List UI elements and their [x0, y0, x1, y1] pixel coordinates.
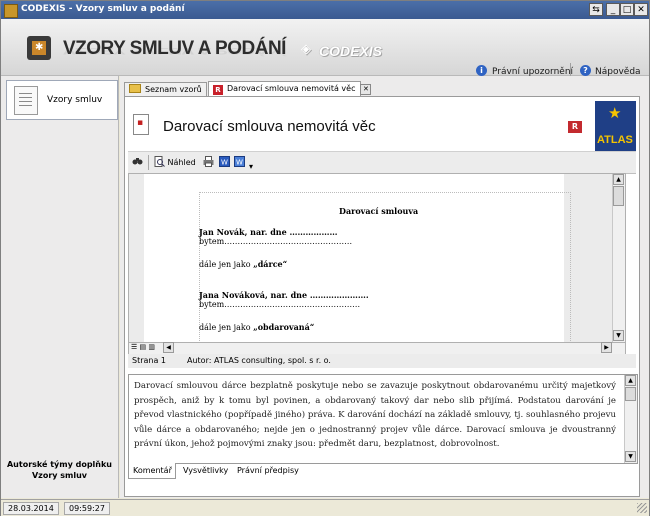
status-time: 09:59:27: [64, 502, 110, 515]
sidebar: Vzory smluv Autorské týmy doplňku Vzory …: [1, 76, 119, 498]
scroll-thumb[interactable]: [613, 186, 624, 206]
scroll-down-icon[interactable]: ▼: [613, 330, 624, 341]
svg-text:W: W: [236, 159, 243, 167]
preview-line: bytem…………………………………………: [199, 237, 353, 246]
document-icon: ▪: [133, 114, 149, 135]
sidebar-footer: Autorské týmy doplňku Vzory smluv: [1, 459, 118, 481]
tab-label: Darovací smlouva nemovitá věc: [227, 84, 356, 93]
document-icon: [14, 86, 38, 115]
sidebar-footer-line2: Vzory smluv: [31, 471, 88, 480]
codexis-logo-icon: ◈: [301, 42, 311, 57]
tab-label: Seznam vzorů: [145, 85, 202, 94]
scroll-up-icon[interactable]: ▲: [613, 174, 624, 185]
document-toolbar: Náhled W W ▾: [128, 151, 636, 174]
minimize-button[interactable]: _: [606, 3, 620, 16]
info-icon[interactable]: i: [476, 65, 487, 76]
preview-line: dále jen jako „dárce“: [199, 259, 287, 269]
brand-logo: CODEXIS: [319, 43, 383, 59]
sidebar-item-vzory-smluv[interactable]: Vzory smluv: [6, 80, 118, 120]
scroll-down-icon[interactable]: ▼: [625, 451, 636, 462]
window-statusbar: 28.03.2014 09:59:27: [1, 499, 649, 516]
svg-text:W: W: [221, 159, 228, 167]
status-date: 28.03.2014: [3, 502, 59, 515]
folder-icon: [129, 84, 141, 93]
title-bar: CODEXIS - Vzory smluv a podání ⇆ _ □ ✕: [1, 1, 649, 19]
header-banner: ✱ VZORY SMLUV A PODÁNÍ VZORY SMLUV A POD…: [1, 19, 649, 83]
preview-line: bytem……………………………………………: [199, 300, 361, 309]
toolbar-separator: [148, 155, 149, 170]
preview-label: Náhled: [167, 158, 196, 167]
preview-page: Darovací smlouva Jan Novák, nar. dne …………: [144, 174, 571, 342]
document-preview[interactable]: Darovací smlouva Jan Novák, nar. dne …………: [128, 173, 626, 343]
preview-text: dále jen jako: [199, 323, 254, 332]
main-content: Seznam vzorů R Darovací smlouva nemovitá …: [120, 76, 649, 498]
close-tab-icon[interactable]: ✕: [360, 84, 372, 95]
help-icon[interactable]: ?: [580, 65, 591, 76]
app-title-reflection: VZORY SMLUV A PODÁNÍ: [63, 45, 286, 57]
star-icon: ★: [608, 104, 622, 122]
window-title: CODEXIS - Vzory smluv a podání: [21, 4, 185, 14]
preview-line: Jana Nováková, nar. dne ………………….: [199, 290, 369, 300]
application-window: CODEXIS - Vzory smluv a podání ⇆ _ □ ✕ ✱…: [0, 0, 650, 516]
toolbar-overflow-icon[interactable]: ▾: [249, 160, 253, 173]
comment-box[interactable]: Darovací smlouvou dárce bezplatně poskyt…: [128, 374, 638, 464]
page-indicator: Strana 1: [132, 356, 167, 365]
app-icon: [4, 4, 18, 18]
word-export-icon[interactable]: W: [219, 156, 230, 169]
document-statusbar: Strana 1 Autor: ATLAS consulting, spol. …: [128, 354, 636, 368]
tab-vysvetlivky[interactable]: Vysvětlivky: [179, 463, 232, 479]
sidebar-footer-line1: Autorské týmy doplňku: [6, 460, 112, 469]
comment-scrollbar[interactable]: ▲ ▼: [624, 375, 637, 463]
comment-text: Darovací smlouvou dárce bezplatně poskyt…: [134, 381, 616, 449]
scroll-left-icon[interactable]: ◀: [163, 342, 174, 353]
preview-text: dále jen jako: [199, 260, 254, 269]
tab-darovaci-smlouva[interactable]: R Darovací smlouva nemovitá věc ✕: [208, 81, 372, 97]
tab-komentar[interactable]: Komentář: [128, 463, 176, 479]
restore-icon[interactable]: ⇆: [589, 3, 603, 16]
close-button[interactable]: ✕: [634, 3, 648, 16]
preview-bold-text: „obdarovaná“: [253, 322, 315, 332]
app-logo-icon: ✱: [27, 36, 51, 60]
sidebar-item-label: Vzory smluv: [47, 95, 103, 105]
r-badge-icon: R: [568, 121, 582, 133]
view-mode-icons[interactable]: ☰ ▤ ▥: [131, 343, 155, 351]
scroll-up-icon[interactable]: ▲: [625, 375, 636, 386]
preview-vertical-scrollbar[interactable]: ▲ ▼: [612, 174, 625, 342]
maximize-button[interactable]: □: [620, 3, 634, 16]
document-title: Darovací smlouva nemovitá věc: [163, 118, 376, 135]
r-icon: R: [213, 85, 223, 95]
preview-line: dále jen jako „obdarovaná“: [199, 322, 314, 332]
print-icon[interactable]: [203, 156, 214, 169]
tab-seznam-vzoru[interactable]: Seznam vzorů: [124, 82, 207, 96]
document-panel: ▪ Darovací smlouva nemovitá věc R ★ ATLA…: [124, 96, 640, 497]
atlas-logo-text: ATLAS: [597, 134, 633, 146]
preview-heading: Darovací smlouva: [339, 206, 419, 216]
scroll-thumb[interactable]: [625, 387, 636, 401]
tab-pravni-predpisy[interactable]: Právní předpisy: [233, 463, 303, 479]
preview-line: Jan Novák, nar. dne ………………: [199, 227, 338, 237]
resize-grip-icon[interactable]: [637, 503, 647, 513]
magnifier-page-icon: [154, 156, 165, 167]
preview-button[interactable]: Náhled: [154, 156, 196, 169]
find-icon[interactable]: [132, 156, 143, 169]
author-info: Autor: ATLAS consulting, spol. s r. o.: [187, 356, 331, 365]
preview-bold-text: „dárce“: [253, 259, 288, 269]
word-open-icon[interactable]: W: [234, 156, 245, 169]
atlas-logo: ★ ATLAS: [595, 101, 636, 151]
scroll-right-icon[interactable]: ▶: [601, 342, 612, 353]
